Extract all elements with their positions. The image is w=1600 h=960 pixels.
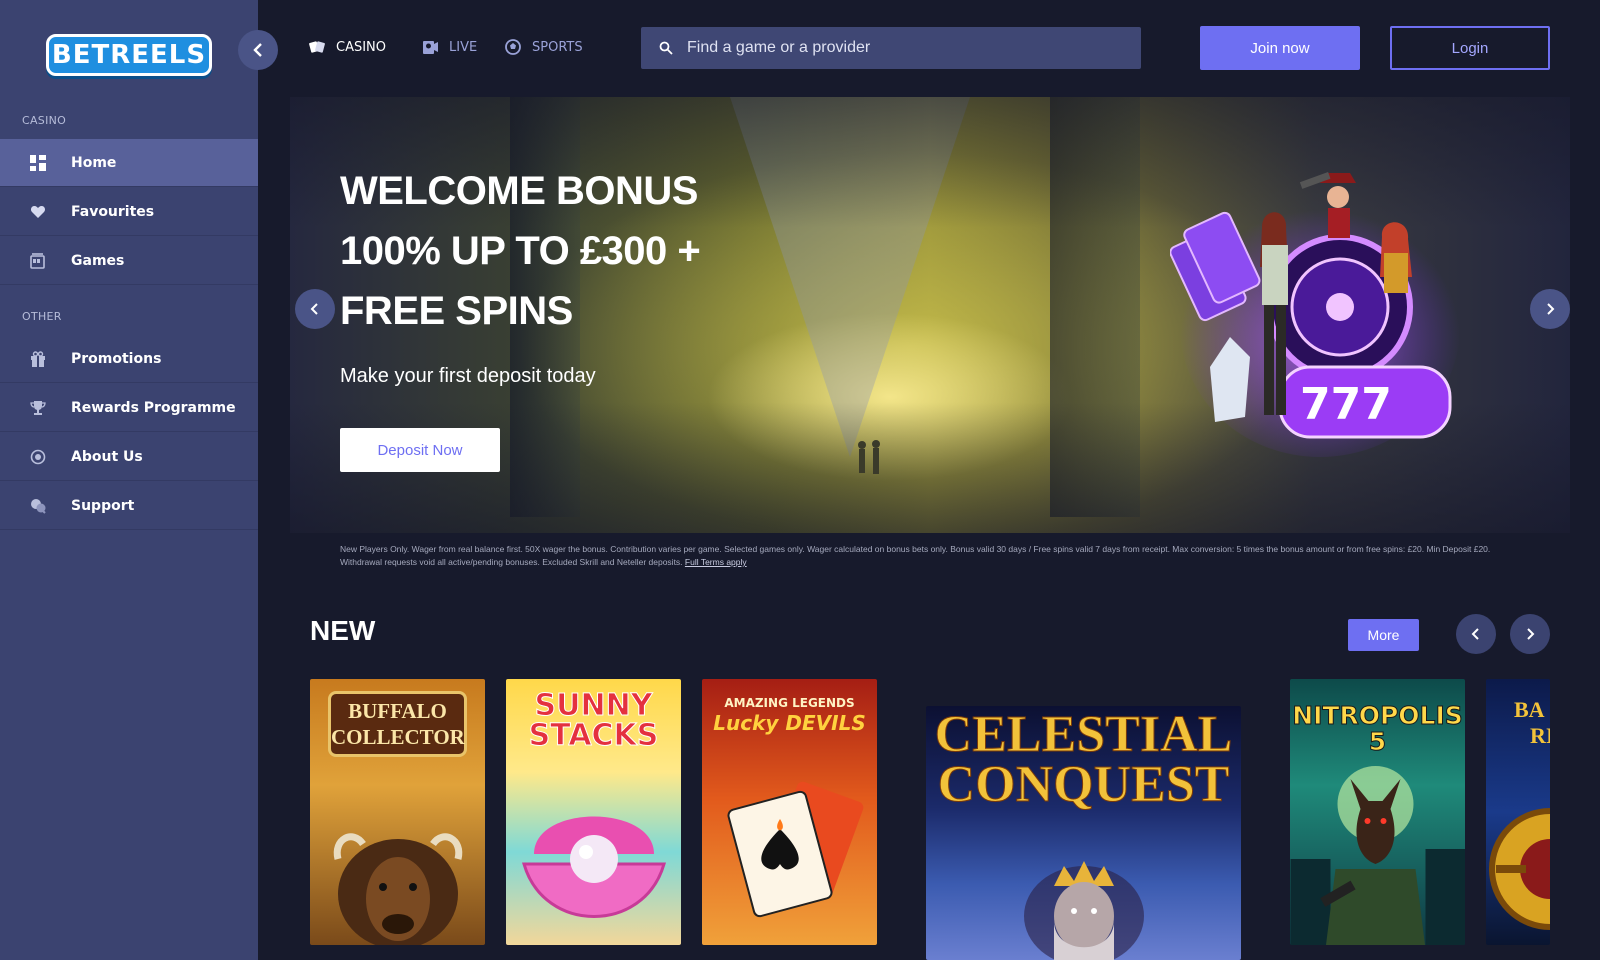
bonus-terms: New Players Only. Wager from real balanc… <box>340 543 1525 569</box>
hero-title-line: FREE SPINS <box>340 289 573 333</box>
playing-cards-artwork <box>726 781 863 918</box>
game-tile-celestial-conquest[interactable]: CELESTIAL CONQUEST <box>926 706 1241 960</box>
live-dealer-icon <box>423 41 438 54</box>
game-title-line: CONQUEST <box>937 756 1230 813</box>
deposit-now-button[interactable]: Deposit Now <box>340 428 500 472</box>
heart-icon <box>30 204 46 220</box>
section-label-casino: CASINO <box>22 114 67 127</box>
svg-text:777: 777 <box>1300 379 1392 430</box>
game-title-line: CELESTIAL <box>934 706 1233 763</box>
football-icon <box>505 39 521 55</box>
tab-live[interactable]: LIVE <box>421 38 477 56</box>
doberman-soldier-artwork <box>1290 766 1465 945</box>
slot-machine-icon <box>30 252 46 269</box>
hero-subtitle: Make your first deposit today <box>340 365 596 387</box>
join-now-button[interactable]: Join now <box>1200 26 1360 70</box>
game-title: NITROPOLIS 5 <box>1290 701 1465 756</box>
game-title: BA RI <box>1500 697 1550 749</box>
sidebar-item-label: Promotions <box>71 350 162 367</box>
trophy-icon <box>30 400 46 416</box>
chevron-left-icon <box>1471 628 1479 640</box>
hero-title: WELCOME BONUS 100% UP TO £300 + FREE SPI… <box>340 161 760 341</box>
login-button[interactable]: Login <box>1390 26 1550 70</box>
sidebar-item-about[interactable]: About Us <box>0 433 258 481</box>
chat-icon <box>30 498 46 514</box>
collapse-sidebar-button[interactable] <box>238 30 278 70</box>
section-label-other: OTHER <box>22 310 62 323</box>
chevron-right-icon <box>1527 628 1535 640</box>
terms-text: New Players Only. Wager from real balanc… <box>340 544 1491 567</box>
game-title: SUNNY STACKS <box>506 688 681 753</box>
game-tile-nitropolis-5[interactable]: NITROPOLIS 5 <box>1290 679 1465 945</box>
casino-characters-illustration: 777 <box>1170 172 1460 457</box>
search-input[interactable] <box>687 39 1107 57</box>
tab-label: SPORTS <box>532 39 583 55</box>
sidebar-item-home[interactable]: Home <box>0 139 258 187</box>
silhouette-figures <box>858 440 880 474</box>
game-title-line: BA <box>1514 697 1545 722</box>
sidebar-item-rewards[interactable]: Rewards Programme <box>0 384 258 432</box>
sidebar-item-support[interactable]: Support <box>0 482 258 530</box>
games-prev-button[interactable] <box>1456 614 1496 654</box>
game-title-line: COLLECTOR <box>331 725 465 749</box>
game-title-line: BUFFALO <box>348 699 447 723</box>
hero-banner: WELCOME BONUS 100% UP TO £300 + FREE SPI… <box>290 97 1570 533</box>
betreels-logo[interactable]: BETREELS <box>46 34 212 76</box>
hero-title-line: 100% UP TO £300 + <box>340 229 701 273</box>
game-title-line: AMAZING LEGENDS <box>724 696 855 710</box>
chevron-right-icon <box>1547 303 1555 315</box>
full-terms-link[interactable]: Full Terms apply <box>685 557 747 567</box>
game-tile-buffalo-collector[interactable]: BUFFALO COLLECTOR <box>310 679 485 945</box>
game-title: CELESTIAL CONQUEST <box>926 706 1241 813</box>
god-king-artwork <box>1023 861 1144 960</box>
search-bar[interactable] <box>641 27 1141 69</box>
golden-wheel-artwork <box>1489 808 1550 930</box>
hero-next-button[interactable] <box>1530 289 1570 329</box>
tab-casino[interactable]: CASINO <box>308 38 386 56</box>
chevron-left-icon <box>310 303 318 315</box>
tab-label: LIVE <box>449 39 478 55</box>
sidebar-item-label: Home <box>71 154 117 171</box>
game-title: AMAZING LEGENDS Lucky DEVILS <box>702 695 877 735</box>
sidebar-item-promotions[interactable]: Promotions <box>0 335 258 383</box>
tab-sports[interactable]: SPORTS <box>504 38 583 56</box>
sidebar-item-label: About Us <box>71 448 143 465</box>
sidebar-item-label: Rewards Programme <box>71 399 236 416</box>
sidebar-item-label: Favourites <box>71 203 155 220</box>
tab-label: CASINO <box>336 39 387 55</box>
gift-icon <box>30 350 46 367</box>
sidebar-item-label: Support <box>71 497 135 514</box>
game-title-line: SUNNY <box>534 688 653 723</box>
more-button[interactable]: More <box>1348 619 1419 651</box>
hero-title-line: WELCOME BONUS <box>340 169 698 213</box>
sidebar-item-favourites[interactable]: Favourites <box>0 188 258 236</box>
chevron-left-icon <box>253 43 262 57</box>
pearl-shell-artwork <box>521 816 666 918</box>
logo-text: BETREELS <box>51 40 207 70</box>
buffalo-artwork <box>333 833 462 945</box>
hero-prev-button[interactable] <box>295 289 335 329</box>
grid-icon <box>30 154 46 171</box>
game-title-line: NITROPOLIS 5 <box>1292 701 1464 756</box>
game-title-line: Lucky DEVILS <box>713 711 866 735</box>
sidebar-item-label: Games <box>71 252 125 269</box>
game-title: BUFFALO COLLECTOR <box>328 691 467 757</box>
game-title-line: RI <box>1530 723 1550 748</box>
game-tile-lucky-devils[interactable]: AMAZING LEGENDS Lucky DEVILS <box>702 679 877 945</box>
game-tile-sunny-stacks[interactable]: SUNNY STACKS <box>506 679 681 945</box>
cards-icon <box>309 41 325 53</box>
sidebar-item-games[interactable]: Games <box>0 237 258 285</box>
search-icon <box>659 41 673 55</box>
games-next-button[interactable] <box>1510 614 1550 654</box>
section-title-new: NEW <box>310 615 376 646</box>
info-circle-icon <box>30 449 46 465</box>
game-tile-partial[interactable]: BA RI <box>1486 679 1550 945</box>
sidebar: BETREELS CASINO Home Favourites Games OT… <box>0 0 258 960</box>
game-title-line: STACKS <box>528 718 659 753</box>
